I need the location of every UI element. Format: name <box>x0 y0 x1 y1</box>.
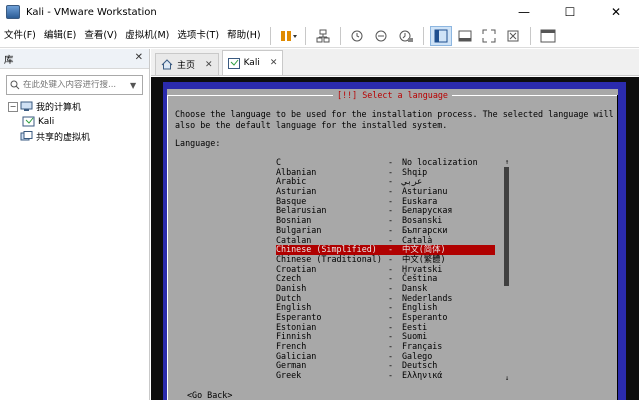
chevron-down-icon[interactable]: ▼ <box>130 81 142 90</box>
vm-console[interactable]: [!!] Select a language Choose the langua… <box>151 77 639 400</box>
library-sidebar: 库 ✕ ▼ − 我的计算机 Kali 共享的虚拟机 <box>0 49 150 400</box>
window-controls: — ☐ ✕ <box>501 0 639 24</box>
tree-item-shared-vms[interactable]: 共享的虚拟机 <box>0 129 149 144</box>
scroll-thumb[interactable] <box>504 167 509 286</box>
maximize-button[interactable]: ☐ <box>547 0 593 24</box>
language-label: Language: <box>175 138 221 148</box>
toolbar-separator <box>422 26 424 45</box>
toolbar-separator <box>304 26 306 45</box>
network-icon <box>316 29 330 42</box>
send-ctrl-alt-del-button[interactable] <box>312 26 334 46</box>
language-list[interactable]: C - No localization Albanian - Shqip Arabic - عر… <box>276 157 495 381</box>
tree-item-label: 共享的虚拟机 <box>36 133 91 143</box>
snapshot-manager-button[interactable] <box>395 26 417 46</box>
language-option[interactable]: Czech - Čeština <box>276 274 495 284</box>
library-tree: − 我的计算机 Kali 共享的虚拟机 <box>0 99 149 144</box>
library-search[interactable]: ▼ <box>6 75 143 95</box>
language-option[interactable]: Danish - Dansk <box>276 283 495 294</box>
scroll-track[interactable] <box>504 167 509 373</box>
library-search-input[interactable] <box>23 80 130 90</box>
tree-item-label: Kali <box>38 116 55 127</box>
installer-screen: [!!] Select a language Choose the langua… <box>163 82 626 400</box>
tree-item-my-computer[interactable]: − 我的计算机 <box>0 99 149 114</box>
language-option[interactable]: Finnish - Suomi <box>276 332 495 342</box>
library-header: 库 ✕ <box>0 49 149 69</box>
thumbnail-view-button[interactable] <box>454 26 476 46</box>
snapshot-manager-icon <box>399 30 413 42</box>
language-native-name: Ελληνικά <box>402 370 443 381</box>
snapshot-icon <box>351 30 363 41</box>
menu-edit[interactable]: 编辑(E) <box>40 24 80 48</box>
home-icon <box>161 59 173 70</box>
collapse-toggle[interactable]: − <box>8 101 18 112</box>
scroll-down-arrow[interactable]: ↓ <box>504 374 510 382</box>
pause-button[interactable] <box>277 26 299 46</box>
menu-toolbar: 文件(F) 编辑(E) 查看(V) 虚拟机(M) 选项卡(T) 帮助(H) <box>0 24 639 48</box>
tree-item-label: 我的计算机 <box>36 103 82 113</box>
go-back-button[interactable]: <Go Back> <box>187 390 232 400</box>
vm-icon <box>227 57 240 69</box>
toolbar-separator <box>529 26 531 45</box>
dialog-border-left <box>167 95 168 400</box>
menu-vm[interactable]: 虚拟机(M) <box>121 24 173 48</box>
vmware-app-icon <box>6 5 20 19</box>
console-view-icon <box>540 29 556 42</box>
language-dialog: [!!] Select a language Choose the langua… <box>167 89 618 400</box>
fullscreen-button[interactable] <box>478 26 500 46</box>
view-console-button[interactable] <box>429 25 452 46</box>
vm-icon <box>22 116 35 127</box>
search-icon <box>7 80 23 90</box>
sidebar-view-icon <box>434 29 448 42</box>
snapshot-button[interactable] <box>347 26 369 46</box>
library-close-button[interactable]: ✕ <box>135 52 143 63</box>
menu-help[interactable]: 帮助(H) <box>223 24 265 48</box>
tab-close-button[interactable]: ✕ <box>270 58 278 68</box>
tab-bar: 主页 ✕ Kali ✕ <box>151 49 639 76</box>
computer-icon <box>20 101 33 111</box>
minimize-button[interactable]: — <box>501 0 547 24</box>
dialog-border-right <box>617 95 618 400</box>
close-button[interactable]: ✕ <box>593 0 639 24</box>
pause-icon <box>280 30 297 41</box>
window-title: Kali - VMware Workstation <box>26 6 157 18</box>
language-option[interactable]: German - Deutsch <box>276 361 495 371</box>
dialog-title: [!!] Select a language <box>167 90 618 100</box>
language-scrollbar[interactable]: ↑ ↓ <box>504 158 509 382</box>
menu-view[interactable]: 查看(V) <box>80 24 121 48</box>
language-separator: - <box>388 370 394 381</box>
revert-snapshot-icon <box>375 30 387 41</box>
toolbar-separator <box>339 26 341 45</box>
menu-file[interactable]: 文件(F) <box>0 24 40 48</box>
tab-kali[interactable]: Kali ✕ <box>221 50 284 75</box>
language-option[interactable]: Albanian - Shqip <box>276 167 495 178</box>
fullscreen-icon <box>482 29 496 42</box>
console-view-button[interactable] <box>537 26 559 46</box>
scroll-up-arrow[interactable]: ↑ <box>504 158 510 166</box>
language-option[interactable]: Greek - Ελληνικά <box>276 370 495 381</box>
language-option[interactable]: Galician - Galego <box>276 351 495 362</box>
menu-tabs[interactable]: 选项卡(T) <box>173 24 223 48</box>
revert-snapshot-button[interactable] <box>371 26 393 46</box>
tab-label: Kali <box>243 58 260 68</box>
unity-button[interactable] <box>502 26 524 46</box>
tab-label: 主页 <box>177 61 196 71</box>
toolbar-separator <box>269 26 271 45</box>
tab-home[interactable]: 主页 ✕ <box>155 53 219 75</box>
language-option[interactable]: Asturian - Asturianu <box>276 186 495 197</box>
language-english-name: Greek <box>276 370 302 381</box>
unity-icon <box>507 30 519 41</box>
thumbnail-view-icon <box>458 30 472 41</box>
dialog-description: Choose the language to be used for the i… <box>175 109 614 130</box>
title-bar: Kali - VMware Workstation — ☐ ✕ <box>0 0 639 24</box>
tree-item-kali[interactable]: Kali <box>0 114 149 129</box>
shared-vm-icon <box>20 131 33 141</box>
language-option[interactable]: Croatian - Hrvatski <box>276 264 495 275</box>
library-title: 库 <box>4 54 14 66</box>
tab-close-button[interactable]: ✕ <box>205 60 213 70</box>
